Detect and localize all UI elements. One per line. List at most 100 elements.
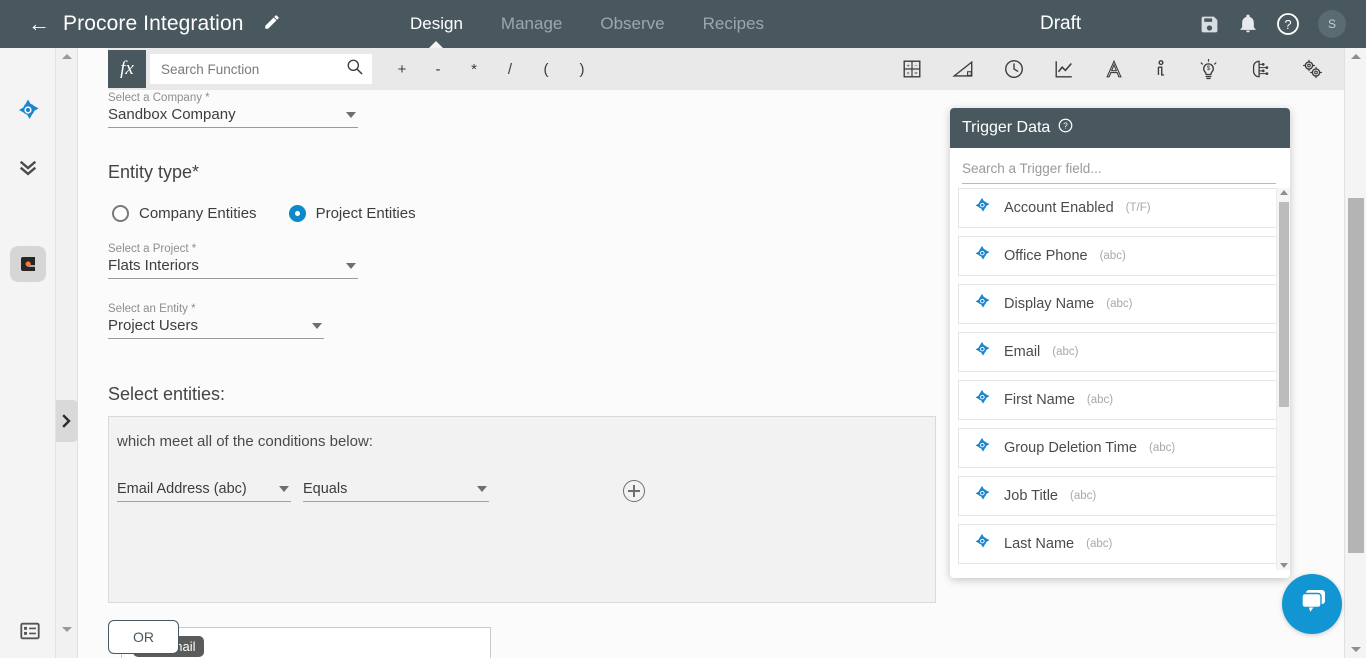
operator-plus[interactable]: +: [384, 61, 420, 78]
tab-design[interactable]: Design: [410, 0, 463, 48]
condition-row: Email Address (abc) Equals: [109, 480, 935, 502]
canvas-scroll-track[interactable]: [56, 48, 78, 658]
radio-dot-company[interactable]: [112, 205, 129, 222]
trigger-field-item[interactable]: Email (abc): [958, 332, 1282, 372]
trigger-field-item[interactable]: Account Enabled (T/F): [958, 188, 1282, 228]
chat-support-button[interactable]: [1282, 574, 1342, 634]
trigger-panel-title: Trigger Data: [962, 119, 1051, 136]
trigger-field-item[interactable]: Job Title (abc): [958, 476, 1282, 516]
clock-icon[interactable]: [1003, 58, 1025, 80]
ai-brain-icon[interactable]: [1248, 58, 1272, 80]
project-select[interactable]: Flats Interiors: [108, 257, 358, 279]
trigger-field-name: Last Name: [1004, 536, 1075, 552]
search-icon[interactable]: [345, 57, 364, 81]
info-icon[interactable]: [1153, 58, 1169, 80]
entity-type-title: Entity type*: [108, 162, 200, 182]
trigger-field-item[interactable]: Display Name (abc): [958, 284, 1282, 324]
back-to-recipe-list[interactable]: ← Procore Integration: [28, 12, 281, 36]
back-arrow-icon[interactable]: ←: [28, 13, 50, 35]
operator-multiply[interactable]: *: [456, 61, 492, 78]
add-condition-icon[interactable]: [623, 480, 645, 502]
scroll-down-arrow-icon[interactable]: [61, 627, 72, 632]
function-search-box[interactable]: [150, 54, 372, 84]
azure-ad-datapill-icon: [972, 340, 992, 365]
search-function-input[interactable]: [161, 61, 345, 77]
operator-paren-open[interactable]: (: [528, 61, 564, 78]
company-value: Sandbox Company: [108, 106, 236, 123]
trigger-field-item[interactable]: Last Name (abc): [958, 524, 1282, 564]
tab-recipes[interactable]: Recipes: [703, 0, 764, 48]
chart-line-icon[interactable]: [1053, 58, 1075, 80]
formula-toolbar: fx + - * / ( ): [108, 48, 1344, 90]
trigger-search-input[interactable]: [962, 161, 1276, 184]
svg-text:$: $: [1207, 65, 1211, 72]
operator-divide[interactable]: /: [492, 61, 528, 78]
scrollbar-thumb[interactable]: [1348, 198, 1364, 553]
project-label: Select a Project *: [108, 243, 197, 255]
trigger-field-type: (abc): [1106, 298, 1133, 310]
condition-operator-select[interactable]: Equals: [303, 481, 489, 502]
condition-field-select[interactable]: Email Address (abc): [117, 481, 291, 502]
text-format-icon[interactable]: [1103, 58, 1125, 80]
operator-minus[interactable]: -: [420, 61, 456, 78]
collapse-steps-icon[interactable]: [14, 154, 42, 182]
or-button[interactable]: OR: [108, 620, 179, 654]
tab-observe[interactable]: Observe: [600, 0, 664, 48]
job-list-icon[interactable]: [19, 620, 41, 642]
project-value: Flats Interiors: [108, 257, 199, 274]
lightbulb-dollar-icon[interactable]: $: [1197, 58, 1220, 81]
notifications-bell-icon[interactable]: [1238, 13, 1258, 35]
svg-text:−: −: [914, 64, 917, 70]
trigger-field-item[interactable]: Office Phone (abc): [958, 236, 1282, 276]
scroll-up-arrow-icon[interactable]: [1350, 54, 1361, 59]
help-question-icon[interactable]: ?: [1276, 12, 1300, 36]
entity-select[interactable]: Project Users: [108, 317, 324, 339]
procore-step-icon[interactable]: [10, 246, 46, 282]
trigger-field-type: (abc): [1086, 394, 1114, 406]
left-step-rail: [0, 48, 56, 658]
save-icon[interactable]: [1199, 14, 1220, 35]
project-field: Select a Project * Flats Interiors: [108, 243, 358, 279]
formula-tool-icons: + − × = $: [901, 48, 1324, 90]
trigonometry-icon[interactable]: [951, 58, 975, 80]
tab-manage[interactable]: Manage: [501, 0, 562, 48]
scroll-down-arrow-icon[interactable]: [1350, 647, 1361, 652]
trigger-field-type: (abc): [1148, 442, 1176, 454]
help-question-icon[interactable]: ?: [1058, 118, 1073, 138]
scroll-up-arrow-icon[interactable]: [1280, 190, 1288, 195]
scrollbar-thumb[interactable]: [1279, 202, 1289, 407]
pencil-icon[interactable]: [263, 13, 281, 36]
svg-text:+: +: [906, 64, 909, 70]
conditions-panel: which meet all of the conditions below: …: [108, 416, 936, 658]
azure-ad-trigger-icon[interactable]: [14, 96, 42, 124]
radio-company-entities[interactable]: Company Entities: [112, 205, 257, 222]
company-select[interactable]: Sandbox Company: [108, 106, 358, 128]
user-avatar[interactable]: S: [1318, 10, 1346, 38]
scroll-up-arrow-icon[interactable]: [61, 54, 72, 59]
gears-icon[interactable]: [1300, 57, 1324, 81]
chevron-down-icon: [346, 262, 356, 269]
recipe-status-badge: Draft: [1040, 13, 1082, 34]
operator-paren-close[interactable]: ): [564, 61, 600, 78]
scroll-down-arrow-icon[interactable]: [1280, 563, 1288, 568]
trigger-panel-header: Trigger Data ?: [950, 108, 1290, 148]
recipe-designer-app: ← Procore Integration Design Manage Obse…: [0, 0, 1366, 658]
azure-ad-datapill-icon: [972, 244, 992, 269]
trigger-field-list[interactable]: Account Enabled (T/F) Office Phone (abc)…: [958, 188, 1282, 572]
condition-field-value: Email Address (abc): [117, 481, 247, 497]
radio-project-entities[interactable]: Project Entities: [288, 205, 416, 222]
trigger-panel-scrollbar[interactable]: [1276, 188, 1290, 570]
trigger-search-box[interactable]: [950, 148, 1290, 184]
calculator-icon[interactable]: + − × =: [901, 58, 923, 80]
radio-label-project: Project Entities: [315, 205, 416, 222]
fx-badge[interactable]: fx: [108, 50, 146, 88]
entity-field: Select an Entity * Project Users: [108, 303, 324, 339]
page-scrollbar[interactable]: [1344, 48, 1366, 658]
radio-dot-project[interactable]: [288, 205, 306, 222]
trigger-field-name: First Name: [1004, 392, 1075, 408]
operator-buttons: + - * / ( ): [384, 61, 600, 78]
expand-panel-chevron-icon[interactable]: [56, 400, 78, 442]
trigger-field-item[interactable]: First Name (abc): [958, 380, 1282, 420]
trigger-field-type: (abc): [1070, 490, 1097, 502]
trigger-field-item[interactable]: Group Deletion Time (abc): [958, 428, 1282, 468]
